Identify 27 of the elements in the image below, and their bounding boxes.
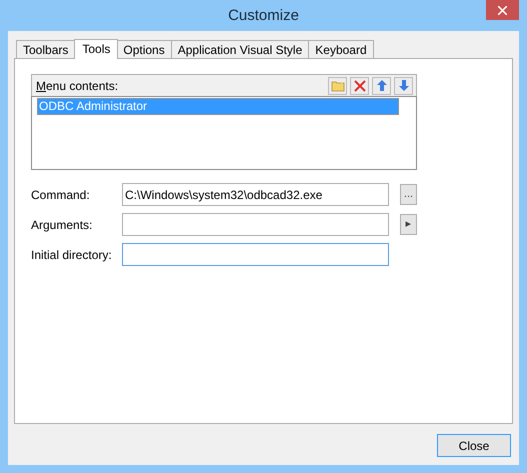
close-icon (498, 6, 507, 14)
move-up-button[interactable] (372, 76, 391, 94)
menu-contents-label: Menu contents: (36, 78, 120, 94)
field-label: Initial directory: (31, 246, 113, 264)
field-button[interactable]: ... (400, 184, 417, 205)
field-label: Arguments: (31, 216, 94, 234)
new-button[interactable] (328, 76, 347, 94)
text-field[interactable]: C:\Windows\system32\odbcad32.exe (122, 183, 389, 206)
close-button[interactable] (486, 0, 519, 20)
field-label: Command: (31, 186, 91, 204)
folder-icon (330, 80, 344, 92)
window-title: Customize (228, 6, 299, 26)
tab[interactable]: Toolbars (16, 40, 76, 58)
text-field[interactable] (122, 243, 389, 266)
down-arrow-icon (398, 80, 408, 91)
move-down-button[interactable] (394, 76, 413, 94)
tab[interactable]: Options (116, 40, 172, 58)
tab[interactable]: Tools (74, 39, 118, 59)
delete-icon (354, 80, 366, 92)
up-arrow-icon (376, 80, 386, 91)
tab[interactable]: Application Visual Style (170, 40, 310, 58)
field-value: C:\Windows\system32\odbcad32.exe (125, 186, 322, 204)
delete-button[interactable] (350, 76, 369, 94)
close-dialog-button[interactable]: Close (437, 434, 511, 457)
tab[interactable]: Keyboard (308, 40, 374, 58)
field-button[interactable]: ▸ (400, 214, 417, 235)
text-field[interactable] (122, 213, 389, 236)
